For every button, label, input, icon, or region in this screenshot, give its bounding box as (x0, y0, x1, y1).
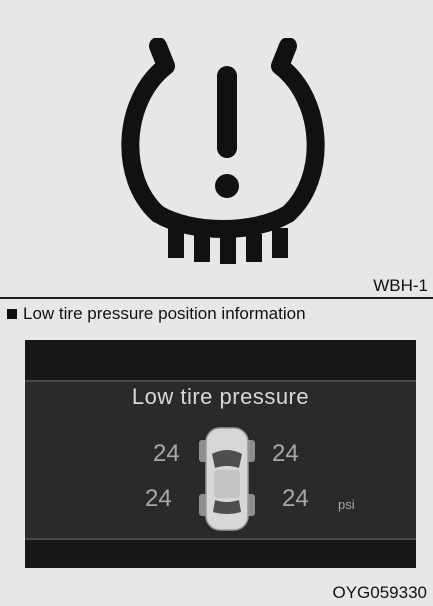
warning-figure: WBH-1 (0, 0, 433, 298)
pressure-front-right: 24 (272, 440, 299, 467)
display-bottom-bar (25, 540, 416, 568)
caption: Low tire pressure position information (7, 304, 306, 324)
pressure-front-left: 24 (153, 440, 180, 467)
tpms-warning-icon (121, 38, 325, 264)
section-divider (0, 297, 433, 299)
display-top-bar (25, 340, 416, 380)
figure-code-warning: WBH-1 (373, 276, 428, 295)
pressure-rear-left: 24 (145, 485, 172, 512)
square-bullet-icon (7, 309, 17, 319)
display-top-separator (25, 380, 416, 382)
figure-code-display: OYG059330 (332, 583, 427, 602)
caption-text: Low tire pressure position information (23, 304, 306, 323)
display-title: Low tire pressure (131, 384, 310, 409)
cluster-display: Low tire pressure 24 24 24 24 psi (25, 340, 416, 568)
car-top-view-icon (199, 427, 255, 531)
pressure-rear-right: 24 (282, 485, 309, 512)
pressure-unit: psi (338, 497, 355, 512)
